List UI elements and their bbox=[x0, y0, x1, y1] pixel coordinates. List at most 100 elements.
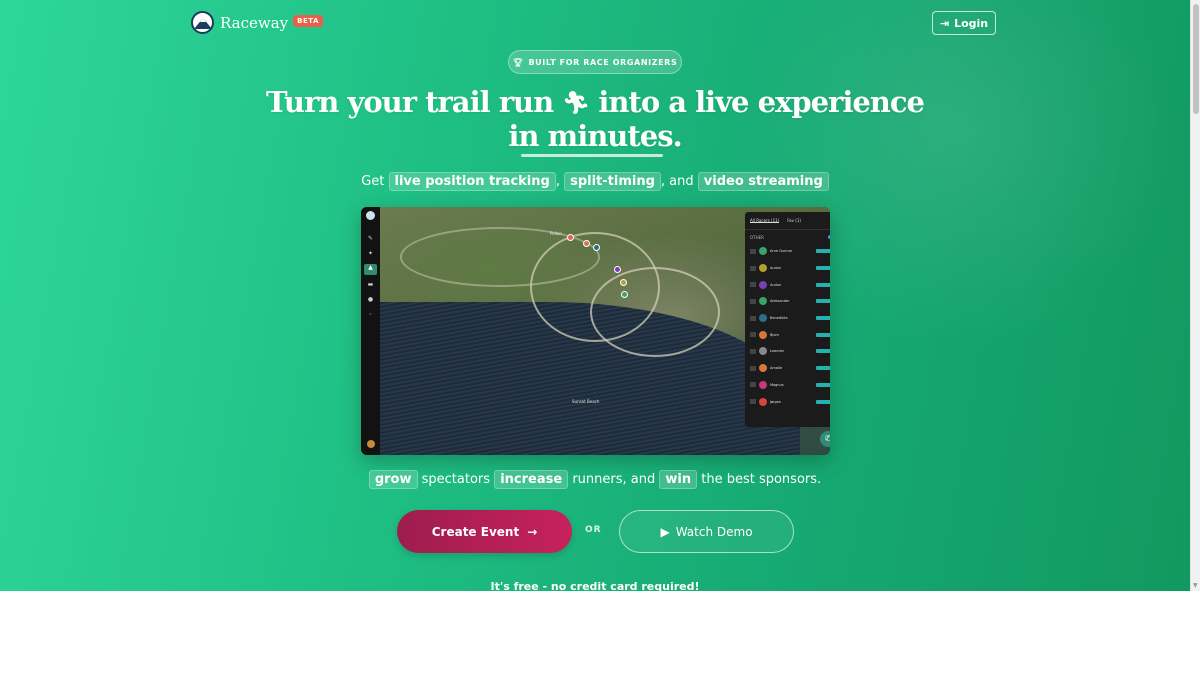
racer-name: Bjorn bbox=[770, 332, 780, 337]
bib-number bbox=[750, 332, 756, 338]
beta-badge: BETA bbox=[293, 14, 323, 27]
feature-chip-split: split-timing bbox=[564, 172, 661, 191]
racer-name: Arne Gunnar bbox=[770, 249, 793, 254]
feature-chip-tracking: live position tracking bbox=[388, 172, 556, 191]
play-icon: ▶ bbox=[660, 524, 670, 539]
racer-row[interactable]: Benedikte bbox=[745, 310, 830, 327]
racer-row[interactable]: Jørgen bbox=[745, 393, 830, 410]
free-note[interactable]: It's free - no credit card required! bbox=[0, 580, 1190, 591]
racer-avatar bbox=[759, 247, 767, 256]
page-scrollbar[interactable]: ▼ bbox=[1190, 0, 1200, 591]
map-icon: ▲ bbox=[364, 264, 377, 275]
racer-name: Aleksander bbox=[770, 299, 790, 304]
hero-section: Raceway BETA ⇥ Login 🏆︎ BUILT FOR RACE O… bbox=[0, 0, 1190, 591]
tag-text3: the best sponsors. bbox=[701, 472, 822, 487]
tab-favorites[interactable]: Fav (1) bbox=[787, 218, 801, 223]
bib-number bbox=[750, 298, 756, 304]
pill-text: BUILT FOR RACE ORGANIZERS bbox=[528, 57, 678, 67]
bib-number bbox=[750, 248, 756, 254]
create-event-button[interactable]: Create Event → bbox=[397, 510, 572, 553]
racer-row[interactable]: Magnus bbox=[745, 377, 830, 394]
headline-part1: Turn your trail run bbox=[266, 85, 554, 119]
organizers-pill: 🏆︎ BUILT FOR RACE ORGANIZERS bbox=[508, 50, 682, 74]
or-separator: OR bbox=[585, 525, 602, 535]
racer-progress-badge bbox=[816, 349, 830, 354]
racer-avatar bbox=[759, 330, 767, 339]
sub-sep1: , bbox=[555, 174, 560, 189]
tag-text1: spectators bbox=[421, 472, 491, 487]
racer-row[interactable]: Leander bbox=[745, 343, 830, 360]
headline-part2: into a live experience bbox=[598, 85, 925, 119]
trophy-icon: 🏆︎ bbox=[512, 57, 524, 67]
users-icon: ✦ bbox=[367, 250, 374, 257]
bib-number bbox=[750, 315, 756, 321]
login-button[interactable]: ⇥ Login bbox=[932, 11, 996, 35]
racer-row[interactable]: Audun bbox=[745, 260, 830, 277]
bib-number bbox=[750, 348, 756, 354]
racers-panel-tabs: All Racers (11) Fav (1) bbox=[745, 212, 830, 230]
watch-demo-button[interactable]: ▶ Watch Demo bbox=[619, 510, 794, 553]
user-avatar bbox=[367, 440, 375, 448]
tag-chip-increase: increase bbox=[494, 470, 569, 489]
runner-marker[interactable] bbox=[567, 234, 574, 241]
runner-icon: 🏃︎ bbox=[562, 91, 590, 116]
racer-row[interactable]: Amalie bbox=[745, 360, 830, 377]
section-toggle[interactable] bbox=[828, 235, 830, 239]
racer-progress-badge bbox=[816, 332, 830, 337]
feature-chip-video: video streaming bbox=[697, 172, 829, 191]
racer-row[interactable]: Arne Gunnar bbox=[745, 243, 830, 260]
scrollbar-thumb[interactable] bbox=[1193, 4, 1199, 114]
map-label-pollen: Pollen bbox=[550, 231, 562, 236]
runner-marker[interactable] bbox=[620, 279, 627, 286]
racer-name: Audun bbox=[770, 266, 782, 271]
app-sidebar: ✎ ✦ ▲ ▬ ● ◦ bbox=[361, 207, 380, 455]
racer-row[interactable]: Audun bbox=[745, 276, 830, 293]
racer-name: Leander bbox=[770, 349, 785, 354]
broadcast-icon: ◦ bbox=[368, 311, 373, 318]
racer-progress-badge bbox=[816, 299, 830, 304]
runner-marker[interactable] bbox=[614, 266, 621, 273]
racer-progress-badge bbox=[816, 316, 830, 321]
login-label: Login bbox=[954, 16, 989, 30]
sub-sep2: , and bbox=[660, 174, 694, 189]
tag-chip-grow: grow bbox=[368, 470, 418, 489]
racer-avatar bbox=[759, 364, 767, 373]
page-title: Turn your trail run 🏃︎ into a live exper… bbox=[260, 86, 930, 153]
racer-progress-badge bbox=[816, 366, 830, 371]
racer-progress-badge bbox=[816, 282, 830, 287]
brand-name: Raceway bbox=[220, 13, 289, 32]
runner-marker[interactable] bbox=[621, 291, 628, 298]
racer-row[interactable]: Bjorn bbox=[745, 326, 830, 343]
watch-demo-label: Watch Demo bbox=[675, 524, 753, 539]
bib-number bbox=[750, 265, 756, 271]
racer-avatar bbox=[759, 380, 767, 389]
racer-name: Jørgen bbox=[770, 399, 782, 404]
racer-avatar bbox=[759, 264, 767, 273]
mountain-logo-icon bbox=[191, 11, 214, 34]
satellite-map: Pollen Sunset Beach All Racers (11) Fav … bbox=[380, 207, 830, 455]
scroll-down-icon[interactable]: ▼ bbox=[1193, 582, 1198, 589]
racer-avatar bbox=[759, 280, 767, 289]
wrench-icon: ✎ bbox=[367, 235, 374, 242]
benefits-tagline: grow spectators increase runners, and wi… bbox=[0, 470, 1190, 489]
brand-logo[interactable]: Raceway BETA bbox=[191, 11, 323, 34]
racer-progress-badge bbox=[816, 399, 830, 404]
phone-icon[interactable]: ✆ bbox=[820, 431, 830, 447]
map-label-beach: Sunset Beach bbox=[572, 399, 600, 404]
racer-avatar bbox=[759, 397, 767, 406]
racer-row[interactable]: Aleksander bbox=[745, 293, 830, 310]
runner-marker[interactable] bbox=[593, 244, 600, 251]
racer-name: Magnus bbox=[770, 382, 784, 387]
login-icon: ⇥ bbox=[939, 16, 950, 30]
runner-marker[interactable] bbox=[583, 240, 590, 247]
racer-name: Audun bbox=[770, 282, 782, 287]
headline-underline bbox=[521, 154, 663, 157]
sub-prefix: Get bbox=[361, 174, 385, 189]
racer-progress-badge bbox=[816, 382, 830, 387]
racer-avatar bbox=[759, 314, 767, 323]
tab-all-racers[interactable]: All Racers (11) bbox=[750, 218, 780, 223]
app-preview-screenshot: ✎ ✦ ▲ ▬ ● ◦ Pollen Sunset Beach All Race… bbox=[361, 207, 830, 455]
racer-avatar bbox=[759, 347, 767, 356]
arrow-right-icon: → bbox=[527, 524, 538, 539]
pin-icon: ● bbox=[367, 296, 374, 303]
